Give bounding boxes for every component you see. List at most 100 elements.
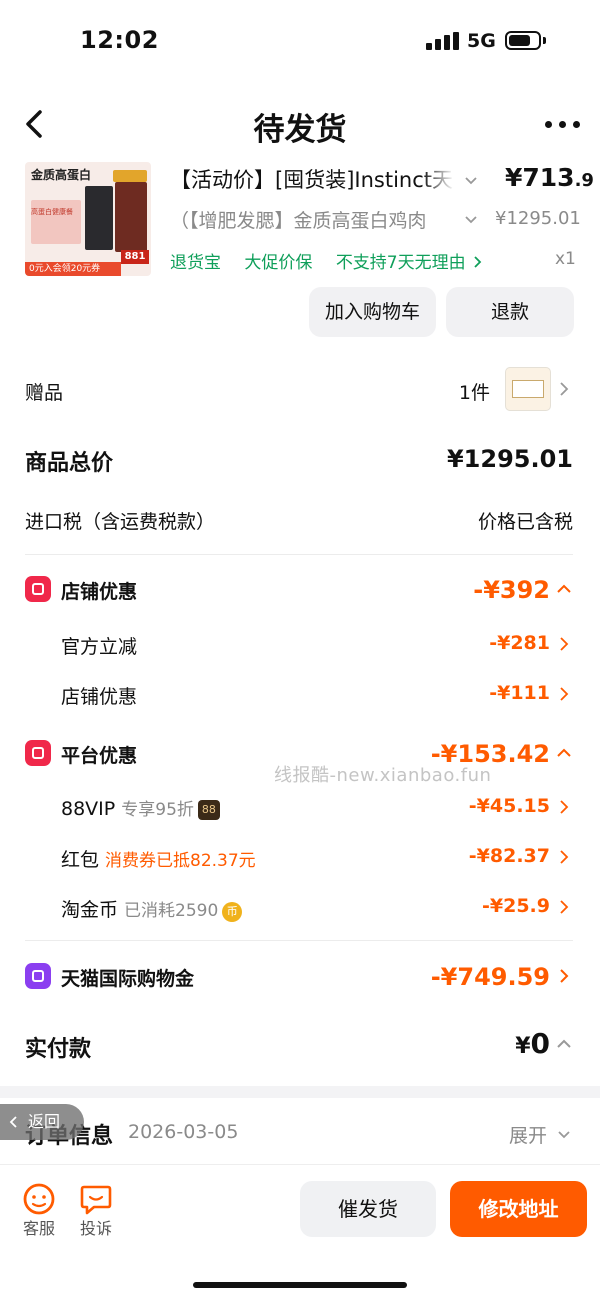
refund-button[interactable]: 退款: [446, 287, 574, 337]
product-subtitle[interactable]: （【增肥发腮】金质高蛋白鸡肉: [170, 206, 454, 233]
discount-88vip-amount[interactable]: -¥45.15: [400, 795, 550, 817]
chevron-left-icon: [9, 1116, 17, 1128]
store-discount-icon: [25, 576, 51, 602]
product-image-bag-red: [115, 182, 147, 252]
discount-redpacket-amount[interactable]: -¥82.37: [400, 845, 550, 867]
watermark: 线报酷-new.xianbao.fun: [274, 765, 492, 786]
discount-item-store: 店铺优惠: [61, 686, 138, 708]
order-date: 2026-03-05: [128, 1121, 239, 1143]
tag-price-protect: 大促价保: [244, 253, 313, 273]
chevron-right-icon[interactable]: [558, 381, 570, 397]
product-image-note: 高蛋白健康餐: [31, 208, 73, 216]
chevron-right-icon: [474, 256, 482, 268]
shopping-credit-label: 天猫国际购物金: [61, 968, 195, 990]
chevron-up-icon[interactable]: [556, 582, 572, 596]
discount-coin-label: 淘金币: [61, 899, 119, 921]
status-time: 12:02: [80, 26, 159, 54]
paid-label: 实付款: [25, 1037, 92, 1062]
product-title-text: 【活动价】[囤货装]Instinct天: [170, 168, 453, 192]
chevron-right-icon[interactable]: [558, 686, 570, 702]
discount-88vip-label: 88VIP: [61, 798, 116, 820]
product-image[interactable]: 金质高蛋白 高蛋白健康餐 881 0元入会领20元券: [25, 162, 151, 276]
tag-return-insurance: 退货宝: [170, 253, 221, 273]
price-decimal: .9: [574, 170, 594, 191]
total-value: ¥1295.01: [446, 445, 573, 473]
divider: [25, 554, 573, 555]
subtitle-fade: [422, 206, 454, 233]
total-label: 商品总价: [25, 451, 114, 476]
shopping-credit-icon: [25, 963, 51, 989]
discount-item-88vip: 88VIP 专享95折 88: [61, 795, 220, 820]
gift-thumbnail[interactable]: [505, 367, 551, 411]
discount-coin-note: 已消耗2590: [124, 901, 219, 921]
store-discount-label: 店铺优惠: [61, 581, 138, 603]
battery-icon: [505, 31, 541, 50]
product-price: ¥713.9: [505, 163, 594, 192]
platform-discount-icon: [25, 740, 51, 766]
chevron-right-icon[interactable]: [558, 636, 570, 652]
discount-redpacket-label: 红包: [61, 849, 100, 871]
discount-item-store-amount[interactable]: -¥111: [400, 682, 550, 704]
complaint-icon: [80, 1185, 112, 1215]
discount-88vip-note: 专享95折: [121, 800, 194, 820]
product-image-headline: 金质高蛋白: [31, 168, 92, 182]
section-gap: [0, 1086, 600, 1098]
customer-service-label: 客服: [22, 1219, 55, 1238]
service-tags[interactable]: 退货宝 大促价保 不支持7天无理由: [170, 248, 483, 273]
expand-label: 展开: [509, 1125, 548, 1147]
signal-icon: [426, 32, 460, 50]
more-button[interactable]: [542, 112, 582, 136]
product-title[interactable]: 【活动价】[囤货装]Instinct天: [170, 164, 454, 194]
chevron-down-icon[interactable]: [464, 174, 478, 188]
discount-item-official: 官方立减: [61, 636, 138, 658]
original-price: ¥1295.01: [495, 208, 581, 229]
chevron-up-icon[interactable]: [556, 1037, 572, 1051]
status-bar: 12:02 5G: [0, 0, 600, 84]
complaint-label: 投诉: [79, 1219, 112, 1238]
platform-discount-label: 平台优惠: [61, 745, 138, 767]
store-discount-amount[interactable]: -¥392: [400, 576, 550, 604]
chevron-right-icon[interactable]: [558, 899, 570, 915]
gift-label: 赠品: [25, 382, 64, 404]
product-subtitle-text: （【增肥发腮】金质高蛋白鸡肉: [170, 210, 427, 232]
paid-amount[interactable]: ¥0: [430, 1027, 550, 1060]
chevron-right-icon[interactable]: [558, 849, 570, 865]
floating-back-button[interactable]: 返回: [0, 1104, 84, 1140]
floating-back-label: 返回: [28, 1112, 61, 1131]
urge-shipping-button[interactable]: 催发货: [300, 1181, 436, 1237]
page-title: 待发货: [253, 112, 347, 148]
discount-item-official-amount[interactable]: -¥281: [400, 632, 550, 654]
tax-label: 进口税（含运费税款）: [25, 511, 216, 533]
add-to-cart-button[interactable]: 加入购物车: [309, 287, 436, 337]
quantity: x1: [555, 249, 576, 269]
chevron-right-icon[interactable]: [558, 968, 570, 984]
chevron-down-icon[interactable]: [464, 213, 478, 227]
product-image-gold-badge: [113, 170, 147, 182]
product-image-panel: [31, 200, 81, 244]
product-image-banner: 0元入会领20元券: [25, 262, 121, 276]
chevron-right-icon[interactable]: [558, 799, 570, 815]
product-image-bag-dark: [85, 186, 113, 250]
88vip-badge-icon: 88: [197, 800, 220, 820]
battery-cap: [543, 37, 546, 44]
nav-bar: 待发货: [0, 92, 600, 158]
discount-item-coin: 淘金币 已消耗2590 币: [61, 895, 243, 922]
bottom-bar: 客服 投诉 催发货 修改地址: [0, 1164, 600, 1300]
discount-item-redpacket: 红包 消费券已抵82.37元: [61, 845, 256, 872]
paid-value: 0: [530, 1027, 550, 1060]
discount-redpacket-note: 消费券已抵82.37元: [105, 851, 256, 871]
gift-count[interactable]: 1件: [430, 378, 490, 405]
home-indicator[interactable]: [193, 1282, 407, 1288]
tax-value: 价格已含税: [477, 511, 573, 533]
chevron-up-icon[interactable]: [556, 746, 572, 760]
paid-currency: ¥: [515, 1034, 531, 1059]
divider: [25, 940, 573, 941]
network-label: 5G: [467, 30, 496, 52]
tag-no-7day: 不支持7天无理由: [335, 253, 466, 273]
expand-button[interactable]: 展开: [509, 1121, 571, 1148]
discount-coin-amount[interactable]: -¥25.9: [400, 895, 550, 917]
chevron-down-icon: [558, 1131, 570, 1139]
shopping-credit-amount[interactable]: -¥749.59: [380, 963, 550, 991]
product-image-price-tag: 881: [121, 250, 149, 264]
modify-address-button[interactable]: 修改地址: [450, 1181, 587, 1237]
